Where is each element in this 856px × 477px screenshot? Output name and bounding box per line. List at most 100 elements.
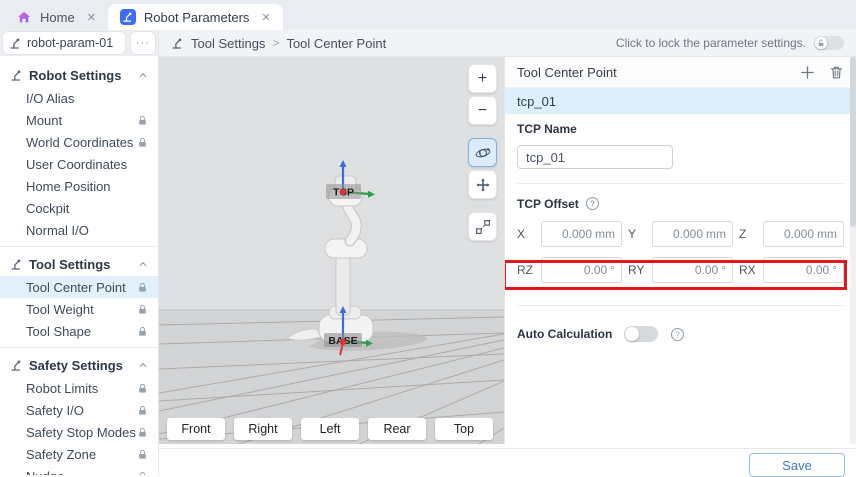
save-button[interactable]: Save bbox=[749, 453, 845, 477]
measure-tool-button[interactable] bbox=[468, 212, 497, 241]
pan-tool-button[interactable] bbox=[468, 170, 497, 199]
robot-icon bbox=[10, 258, 23, 271]
offset-rx-input[interactable]: 0.00 ° bbox=[763, 257, 844, 283]
sidebar-item-user-coordinates[interactable]: User Coordinates bbox=[0, 153, 158, 175]
sidebar-item-home-position[interactable]: Home Position bbox=[0, 175, 158, 197]
lock-icon bbox=[137, 326, 148, 337]
tab-home-label: Home bbox=[40, 10, 75, 25]
lock-icon bbox=[137, 449, 148, 460]
field-unit: ° bbox=[610, 263, 615, 277]
view-preset-buttons: Front Right Left Rear Top bbox=[167, 418, 493, 440]
lock-icon bbox=[137, 304, 148, 315]
field-label: RX bbox=[739, 263, 763, 277]
auto-calculation-toggle[interactable] bbox=[624, 326, 658, 342]
robot-icon bbox=[171, 37, 184, 50]
panel-title-row: Tool Center Point bbox=[505, 57, 856, 88]
sidebar-item-mount[interactable]: Mount bbox=[0, 109, 158, 131]
breadcrumb-bar: Tool Settings > Tool Center Point Click … bbox=[159, 30, 856, 57]
view-rear-button[interactable]: Rear bbox=[368, 418, 426, 440]
section-tool-settings[interactable]: Tool Settings bbox=[0, 252, 158, 276]
orbit-tool-button[interactable] bbox=[468, 138, 497, 167]
more-options-button[interactable]: ··· bbox=[130, 31, 156, 55]
sidebar-item-robot-limits[interactable]: Robot Limits bbox=[0, 377, 158, 399]
item-label: Safety Stop Modes bbox=[26, 425, 136, 440]
pan-icon bbox=[474, 176, 492, 194]
tcp-list-item-selected[interactable]: tcp_01 bbox=[505, 88, 856, 114]
sidebar-item-tool-shape[interactable]: Tool Shape bbox=[0, 320, 158, 342]
view-top-button[interactable]: Top bbox=[435, 418, 493, 440]
footer-bar: Save bbox=[159, 448, 856, 477]
tab-robot-parameters[interactable]: Robot Parameters ✕ bbox=[108, 4, 283, 30]
item-label: Tool Center Point bbox=[26, 280, 126, 295]
sidebar-item-nudge[interactable]: Nudge bbox=[0, 465, 158, 475]
item-label: Tool Shape bbox=[26, 324, 91, 339]
sidebar-item-world-coordinates[interactable]: World Coordinates bbox=[0, 131, 158, 153]
unlock-icon bbox=[817, 39, 825, 47]
home-icon bbox=[16, 9, 32, 25]
sidebar-item-tool-weight[interactable]: Tool Weight bbox=[0, 298, 158, 320]
tab-home[interactable]: Home ✕ bbox=[4, 4, 108, 30]
section-label: Robot Settings bbox=[29, 68, 121, 83]
field-value: 0.00 bbox=[584, 263, 607, 277]
toggle-knob bbox=[625, 327, 639, 341]
breadcrumb-current: Tool Center Point bbox=[286, 36, 386, 51]
toggle-knob bbox=[815, 37, 827, 49]
lock-icon bbox=[137, 405, 148, 416]
field-unit: ° bbox=[832, 263, 837, 277]
offset-x-input[interactable]: 0.000 mm bbox=[541, 221, 622, 247]
zoom-in-button[interactable]: + bbox=[468, 64, 497, 93]
delete-tcp-button[interactable] bbox=[829, 65, 844, 80]
tab-bar: Home ✕ Robot Parameters ✕ bbox=[0, 0, 856, 30]
lock-icon bbox=[137, 282, 148, 293]
view-left-button[interactable]: Left bbox=[301, 418, 359, 440]
add-tcp-button[interactable] bbox=[800, 65, 815, 80]
help-icon[interactable] bbox=[670, 327, 685, 342]
param-file-selector[interactable]: robot-param-01 bbox=[2, 31, 126, 55]
sidebar-item-normal-io[interactable]: Normal I/O bbox=[0, 219, 158, 241]
breadcrumb-parent[interactable]: Tool Settings bbox=[191, 36, 265, 51]
sidebar-item-safety-io[interactable]: Safety I/O bbox=[0, 399, 158, 421]
auto-calculation-row: Auto Calculation bbox=[517, 326, 844, 342]
close-icon[interactable]: ✕ bbox=[261, 11, 270, 24]
offset-z-input[interactable]: 0.000 mm bbox=[763, 221, 844, 247]
divider bbox=[0, 246, 158, 247]
zoom-out-button[interactable]: − bbox=[468, 96, 497, 125]
divider bbox=[517, 305, 844, 306]
item-label: User Coordinates bbox=[26, 157, 127, 172]
section-label: Safety Settings bbox=[29, 358, 123, 373]
robot-icon bbox=[10, 69, 23, 82]
field-value: 0.00 bbox=[695, 263, 718, 277]
help-icon[interactable] bbox=[585, 196, 600, 211]
close-icon[interactable]: ✕ bbox=[87, 11, 96, 24]
robot-3d-viewport[interactable]: TCP BASE bbox=[159, 57, 504, 444]
offset-y-input[interactable]: 0.000 mm bbox=[652, 221, 733, 247]
section-robot-settings[interactable]: Robot Settings bbox=[0, 63, 158, 87]
sidebar-item-safety-stop-modes[interactable]: Safety Stop Modes bbox=[0, 421, 158, 443]
view-front-button[interactable]: Front bbox=[167, 418, 225, 440]
lock-hint-text: Click to lock the parameter settings. bbox=[616, 36, 806, 50]
sidebar-item-cockpit[interactable]: Cockpit bbox=[0, 197, 158, 219]
field-unit: mm bbox=[595, 227, 615, 241]
section-safety-settings[interactable]: Safety Settings bbox=[0, 353, 158, 377]
app-window: Home ✕ Robot Parameters ✕ robot-param-01… bbox=[0, 0, 856, 475]
tcp-name-input[interactable] bbox=[517, 145, 673, 169]
tcp-offset-rotation-wrap: RZ 0.00 ° RY 0.00 bbox=[517, 257, 844, 283]
field-label: Y bbox=[628, 227, 652, 241]
offset-rz-input[interactable]: 0.00 ° bbox=[541, 257, 622, 283]
viewport-toolbar: + − bbox=[468, 64, 497, 241]
view-right-button[interactable]: Right bbox=[234, 418, 292, 440]
parameter-lock-toggle[interactable] bbox=[814, 36, 844, 50]
scrollbar-thumb[interactable] bbox=[850, 57, 856, 227]
orbit-icon bbox=[474, 144, 492, 162]
field-unit: ° bbox=[721, 263, 726, 277]
sidebar-item-tool-center-point[interactable]: Tool Center Point bbox=[0, 276, 158, 298]
sidebar-item-io-alias[interactable]: I/O Alias bbox=[0, 87, 158, 109]
panel-scrollbar[interactable] bbox=[850, 57, 856, 444]
offset-field-ry: RY 0.00 ° bbox=[628, 257, 733, 283]
offset-ry-input[interactable]: 0.00 ° bbox=[652, 257, 733, 283]
sidebar-item-safety-zone[interactable]: Safety Zone bbox=[0, 443, 158, 465]
breadcrumb: Tool Settings > Tool Center Point bbox=[171, 36, 386, 51]
tcp-settings-panel: Tool Center Point tcp_01 TCP Name bbox=[504, 57, 856, 444]
item-label: Cockpit bbox=[26, 201, 69, 216]
robot-icon bbox=[9, 37, 22, 50]
